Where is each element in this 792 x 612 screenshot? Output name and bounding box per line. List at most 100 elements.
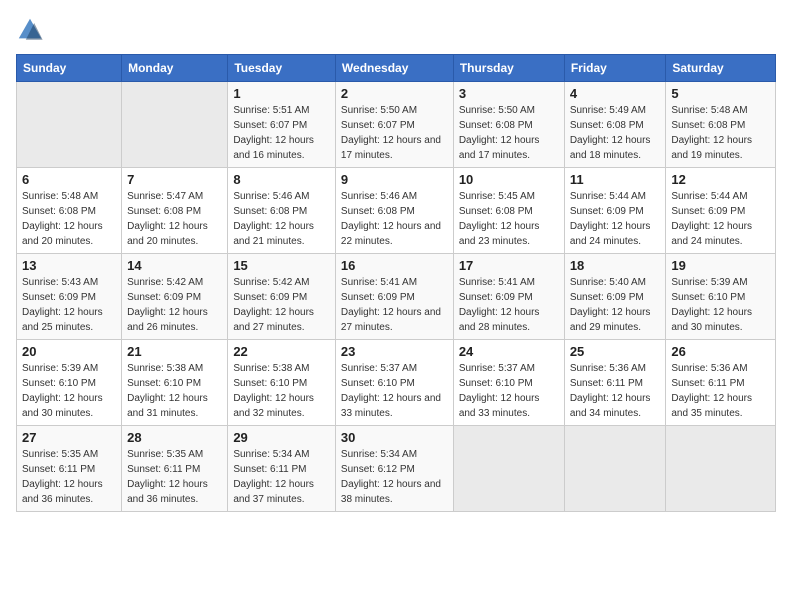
day-info: Sunrise: 5:45 AM Sunset: 6:08 PM Dayligh… — [459, 189, 559, 249]
day-info: Sunrise: 5:34 AM Sunset: 6:11 PM Dayligh… — [233, 447, 330, 507]
calendar-cell: 15 Sunrise: 5:42 AM Sunset: 6:09 PM Dayli… — [228, 254, 336, 340]
weekday-header: Wednesday — [335, 55, 453, 82]
calendar-cell — [17, 82, 122, 168]
day-number: 16 — [341, 258, 448, 273]
day-info: Sunrise: 5:46 AM Sunset: 6:08 PM Dayligh… — [233, 189, 330, 249]
calendar-cell: 26 Sunrise: 5:36 AM Sunset: 6:11 PM Dayli… — [666, 340, 776, 426]
day-number: 2 — [341, 86, 448, 101]
calendar-cell: 10 Sunrise: 5:45 AM Sunset: 6:08 PM Dayli… — [453, 168, 564, 254]
weekday-header: Saturday — [666, 55, 776, 82]
day-info: Sunrise: 5:40 AM Sunset: 6:09 PM Dayligh… — [570, 275, 661, 335]
calendar-cell: 5Sunrise: 5:48 AM Sunset: 6:08 PM Daylig… — [666, 82, 776, 168]
calendar-cell: 7 Sunrise: 5:47 AM Sunset: 6:08 PM Daylig… — [122, 168, 228, 254]
calendar-cell: 6Sunrise: 5:48 AM Sunset: 6:08 PM Daylig… — [17, 168, 122, 254]
day-number: 17 — [459, 258, 559, 273]
day-info: Sunrise: 5:41 AM Sunset: 6:09 PM Dayligh… — [459, 275, 559, 335]
day-number: 14 — [127, 258, 222, 273]
day-number: 26 — [671, 344, 770, 359]
day-info: Sunrise: 5:50 AM Sunset: 6:08 PM Dayligh… — [459, 103, 559, 163]
day-info: Sunrise: 5:42 AM Sunset: 6:09 PM Dayligh… — [233, 275, 330, 335]
day-number: 9 — [341, 172, 448, 187]
calendar-week: 13 Sunrise: 5:43 AM Sunset: 6:09 PM Dayli… — [17, 254, 776, 340]
day-number: 8 — [233, 172, 330, 187]
calendar-cell — [453, 426, 564, 512]
day-info: Sunrise: 5:42 AM Sunset: 6:09 PM Dayligh… — [127, 275, 222, 335]
calendar-cell: 8 Sunrise: 5:46 AM Sunset: 6:08 PM Daylig… — [228, 168, 336, 254]
day-number: 3 — [459, 86, 559, 101]
calendar-cell: 12 Sunrise: 5:44 AM Sunset: 6:09 PM Dayli… — [666, 168, 776, 254]
day-info: Sunrise: 5:50 AM Sunset: 6:07 PM Dayligh… — [341, 103, 448, 163]
day-number: 28 — [127, 430, 222, 445]
weekday-header: Sunday — [17, 55, 122, 82]
calendar-cell: 3 Sunrise: 5:50 AM Sunset: 6:08 PM Daylig… — [453, 82, 564, 168]
day-info: Sunrise: 5:44 AM Sunset: 6:09 PM Dayligh… — [570, 189, 661, 249]
day-number: 6 — [22, 172, 116, 187]
calendar-week: 1Sunrise: 5:51 AM Sunset: 6:07 PM Daylig… — [17, 82, 776, 168]
calendar-cell — [122, 82, 228, 168]
calendar-cell — [564, 426, 666, 512]
day-number: 7 — [127, 172, 222, 187]
day-number: 19 — [671, 258, 770, 273]
day-info: Sunrise: 5:37 AM Sunset: 6:10 PM Dayligh… — [459, 361, 559, 421]
day-info: Sunrise: 5:47 AM Sunset: 6:08 PM Dayligh… — [127, 189, 222, 249]
day-info: Sunrise: 5:36 AM Sunset: 6:11 PM Dayligh… — [570, 361, 661, 421]
calendar-cell: 18Sunrise: 5:40 AM Sunset: 6:09 PM Dayli… — [564, 254, 666, 340]
logo-icon — [16, 16, 44, 44]
calendar-cell: 25Sunrise: 5:36 AM Sunset: 6:11 PM Dayli… — [564, 340, 666, 426]
calendar-cell — [666, 426, 776, 512]
calendar-week: 6Sunrise: 5:48 AM Sunset: 6:08 PM Daylig… — [17, 168, 776, 254]
calendar-cell: 4 Sunrise: 5:49 AM Sunset: 6:08 PM Daylig… — [564, 82, 666, 168]
weekday-header: Monday — [122, 55, 228, 82]
day-info: Sunrise: 5:35 AM Sunset: 6:11 PM Dayligh… — [22, 447, 116, 507]
day-number: 22 — [233, 344, 330, 359]
calendar-cell: 22 Sunrise: 5:38 AM Sunset: 6:10 PM Dayli… — [228, 340, 336, 426]
calendar-cell: 27 Sunrise: 5:35 AM Sunset: 6:11 PM Dayli… — [17, 426, 122, 512]
calendar-cell: 14 Sunrise: 5:42 AM Sunset: 6:09 PM Dayli… — [122, 254, 228, 340]
day-number: 11 — [570, 172, 661, 187]
calendar-week: 20Sunrise: 5:39 AM Sunset: 6:10 PM Dayli… — [17, 340, 776, 426]
day-info: Sunrise: 5:41 AM Sunset: 6:09 PM Dayligh… — [341, 275, 448, 335]
calendar-cell: 9 Sunrise: 5:46 AM Sunset: 6:08 PM Daylig… — [335, 168, 453, 254]
day-number: 21 — [127, 344, 222, 359]
day-info: Sunrise: 5:36 AM Sunset: 6:11 PM Dayligh… — [671, 361, 770, 421]
calendar-cell: 29 Sunrise: 5:34 AM Sunset: 6:11 PM Dayli… — [228, 426, 336, 512]
day-number: 13 — [22, 258, 116, 273]
day-number: 27 — [22, 430, 116, 445]
header — [16, 16, 776, 44]
day-number: 15 — [233, 258, 330, 273]
day-number: 30 — [341, 430, 448, 445]
day-info: Sunrise: 5:46 AM Sunset: 6:08 PM Dayligh… — [341, 189, 448, 249]
day-number: 10 — [459, 172, 559, 187]
calendar-header: SundayMondayTuesdayWednesdayThursdayFrid… — [17, 55, 776, 82]
day-info: Sunrise: 5:38 AM Sunset: 6:10 PM Dayligh… — [127, 361, 222, 421]
day-info: Sunrise: 5:44 AM Sunset: 6:09 PM Dayligh… — [671, 189, 770, 249]
day-number: 23 — [341, 344, 448, 359]
calendar-cell: 19 Sunrise: 5:39 AM Sunset: 6:10 PM Dayli… — [666, 254, 776, 340]
day-info: Sunrise: 5:51 AM Sunset: 6:07 PM Dayligh… — [233, 103, 330, 163]
day-number: 29 — [233, 430, 330, 445]
weekday-header: Tuesday — [228, 55, 336, 82]
day-info: Sunrise: 5:34 AM Sunset: 6:12 PM Dayligh… — [341, 447, 448, 507]
calendar-cell: 24 Sunrise: 5:37 AM Sunset: 6:10 PM Dayli… — [453, 340, 564, 426]
day-info: Sunrise: 5:38 AM Sunset: 6:10 PM Dayligh… — [233, 361, 330, 421]
calendar-cell: 2 Sunrise: 5:50 AM Sunset: 6:07 PM Daylig… — [335, 82, 453, 168]
day-number: 12 — [671, 172, 770, 187]
weekday-header: Friday — [564, 55, 666, 82]
day-info: Sunrise: 5:43 AM Sunset: 6:09 PM Dayligh… — [22, 275, 116, 335]
calendar-cell: 21 Sunrise: 5:38 AM Sunset: 6:10 PM Dayli… — [122, 340, 228, 426]
day-number: 24 — [459, 344, 559, 359]
calendar-table: SundayMondayTuesdayWednesdayThursdayFrid… — [16, 54, 776, 512]
calendar-cell: 13 Sunrise: 5:43 AM Sunset: 6:09 PM Dayli… — [17, 254, 122, 340]
calendar-cell: 20Sunrise: 5:39 AM Sunset: 6:10 PM Dayli… — [17, 340, 122, 426]
day-info: Sunrise: 5:49 AM Sunset: 6:08 PM Dayligh… — [570, 103, 661, 163]
day-number: 4 — [570, 86, 661, 101]
logo — [16, 16, 48, 44]
day-info: Sunrise: 5:48 AM Sunset: 6:08 PM Dayligh… — [671, 103, 770, 163]
calendar-cell: 11 Sunrise: 5:44 AM Sunset: 6:09 PM Dayli… — [564, 168, 666, 254]
day-info: Sunrise: 5:35 AM Sunset: 6:11 PM Dayligh… — [127, 447, 222, 507]
calendar-cell: 17 Sunrise: 5:41 AM Sunset: 6:09 PM Dayli… — [453, 254, 564, 340]
day-info: Sunrise: 5:39 AM Sunset: 6:10 PM Dayligh… — [671, 275, 770, 335]
day-number: 20 — [22, 344, 116, 359]
weekday-header: Thursday — [453, 55, 564, 82]
day-info: Sunrise: 5:37 AM Sunset: 6:10 PM Dayligh… — [341, 361, 448, 421]
